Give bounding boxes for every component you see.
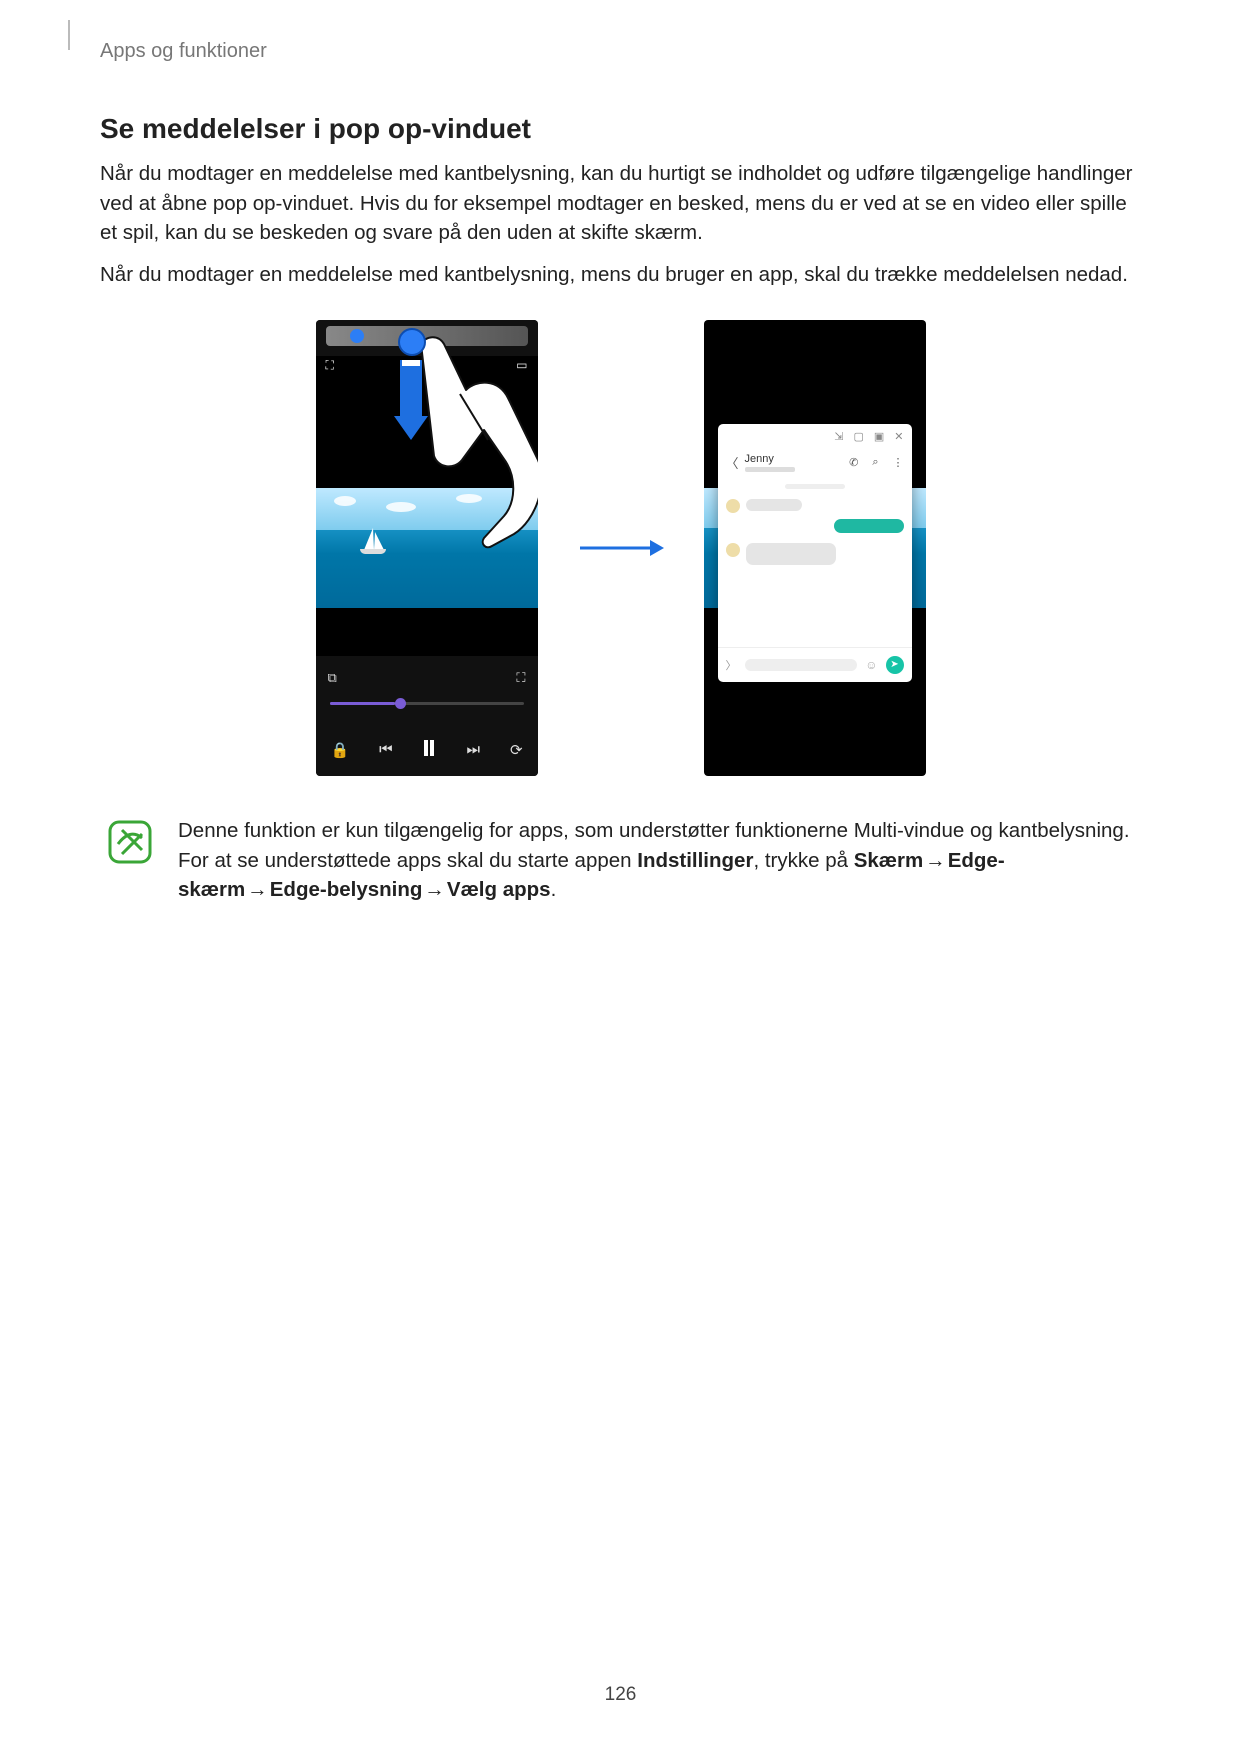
seek-bar[interactable] [330,702,524,705]
note-icon [108,820,152,864]
fullscreen-icon[interactable]: ⛶ [516,670,525,686]
next-track-icon[interactable]: ⏭ [466,741,480,758]
seek-knob[interactable] [395,698,406,709]
path-arrow-1: → [925,849,946,872]
avatar [726,499,740,513]
video-frame [316,488,538,608]
pause-icon[interactable] [423,740,437,760]
note-period: . [551,878,557,901]
seek-fill [330,702,396,705]
more-icon[interactable]: ⋮ [893,456,904,469]
minimize-icon[interactable]: ▢ [853,430,863,443]
manual-page: Apps og funktioner Se meddelelser i pop … [0,0,1241,1754]
figure-row: ⛶ ▭ ⧉ ⛶ 🔒 [100,320,1141,776]
maximize-icon[interactable]: ▣ [874,430,884,443]
section-title: Se meddelelser i pop op-vinduet [100,113,1141,145]
contact-block[interactable]: Jenny [745,453,795,472]
send-icon: ➤ [890,659,898,670]
search-icon[interactable]: ⌕ [872,456,878,469]
sailboat-sail [364,528,374,550]
sky [316,488,538,530]
settings-app-name: Indstillinger [637,849,753,872]
header-actions: ✆ ⌕ ⋮ [849,456,903,469]
note-mid: , trykke på [753,849,853,872]
status-area [316,320,538,356]
edge-notification-bar[interactable] [326,326,528,346]
transition-arrow-icon [578,535,664,561]
path-step-4: Vælg apps [447,878,551,901]
avatar [726,543,740,557]
note-text: Denne funktion er kun tilgængelig for ap… [178,816,1133,905]
incoming-message-2 [718,539,912,569]
close-icon[interactable]: ✕ [894,430,903,443]
header-accent-line [68,20,70,50]
sailboat-hull [360,549,386,554]
contact-name: Jenny [745,453,795,465]
path-step-1: Skærm [854,849,924,872]
phone-after: ⇲ ▢ ▣ ✕ 〈 Jenny ✆ ⌕ ⋮ [704,320,926,776]
path-step-3: Edge-belysning [270,878,423,901]
path-arrow-3: → [424,878,445,901]
sailboat-sail-2 [374,532,384,550]
expand-icon[interactable]: 〉 [726,657,737,673]
cast-icon[interactable]: ⧉ [328,670,337,686]
lock-icon[interactable]: 🔒 [330,741,349,759]
phone-before: ⛶ ▭ ⧉ ⛶ 🔒 [316,320,538,776]
video-controls: ⧉ ⛶ 🔒 ⏮ ⏭ ⟳ [316,656,538,776]
message-bubble-out [834,519,904,533]
emoji-icon[interactable]: ☺ [865,658,877,672]
pip-icon[interactable]: ▭ [516,358,527,372]
breadcrumb: Apps og funktioner [100,40,1141,63]
message-bubble [746,543,836,565]
note-block: Denne funktion er kun tilgængelig for ap… [100,816,1141,905]
conversation-header: 〈 Jenny ✆ ⌕ ⋮ [718,449,912,478]
outgoing-message [718,517,912,539]
page-number: 126 [0,1684,1241,1706]
crop-icon[interactable]: ⛶ [326,358,334,373]
intro-paragraph-1: Når du modtager en meddelelse med kantbe… [100,159,1141,248]
popup-titlebar: ⇲ ▢ ▣ ✕ [718,424,912,449]
call-icon[interactable]: ✆ [849,456,858,469]
rotate-icon[interactable]: ⟳ [510,741,523,759]
send-button[interactable]: ➤ [886,656,904,674]
date-divider [785,484,845,489]
message-bubble [746,499,802,511]
incoming-message-1 [718,495,912,517]
prev-track-icon[interactable]: ⏮ [379,741,393,758]
contact-sub [745,467,795,472]
message-input[interactable] [745,659,858,671]
message-input-bar: 〉 ☺ ➤ [718,647,912,682]
notification-app-icon [350,329,364,343]
back-icon[interactable]: 〈 [726,453,739,472]
popup-window[interactable]: ⇲ ▢ ▣ ✕ 〈 Jenny ✆ ⌕ ⋮ [718,424,912,682]
intro-paragraph-2: Når du modtager en meddelelse med kantbe… [100,260,1141,290]
path-arrow-2: → [247,878,268,901]
collapse-icon[interactable]: ⇲ [834,430,843,443]
